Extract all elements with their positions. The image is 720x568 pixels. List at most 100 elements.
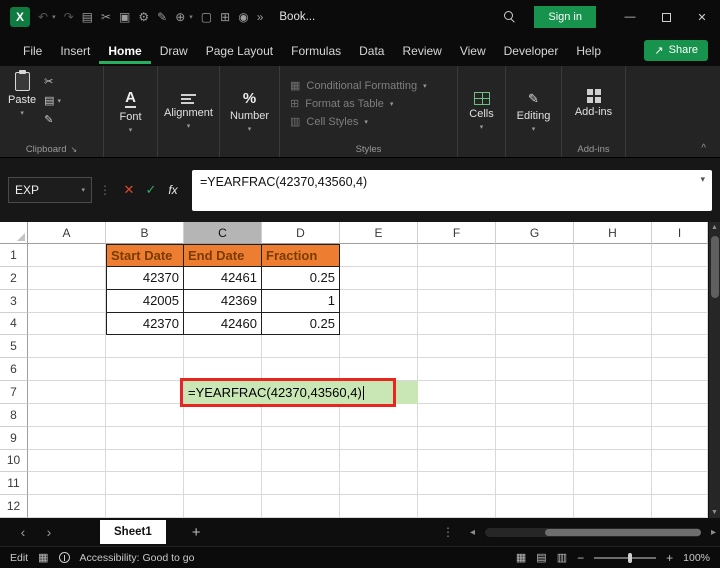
row-header-6[interactable]: 6	[0, 358, 28, 381]
insert-function-icon[interactable]: fx	[162, 183, 184, 197]
zoom-level[interactable]: 100%	[683, 552, 710, 564]
macro-record-icon[interactable]: ▦	[38, 551, 48, 564]
tab-developer[interactable]: Developer	[495, 36, 568, 64]
cell-B8[interactable]	[106, 404, 184, 427]
cell-C12[interactable]	[184, 495, 262, 518]
cell-F7[interactable]	[418, 381, 496, 404]
cell-D11[interactable]	[262, 472, 340, 495]
cell-I1[interactable]	[652, 244, 708, 267]
camera-icon[interactable]: ◉	[238, 10, 248, 24]
cut-icon[interactable]: ✂	[101, 10, 111, 24]
language-icon[interactable]: ⊕	[175, 10, 185, 24]
cell-I3[interactable]	[652, 290, 708, 313]
cell-I8[interactable]	[652, 404, 708, 427]
zoom-in-icon[interactable]: +	[666, 551, 673, 565]
search-icon[interactable]	[504, 11, 516, 23]
row-header-5[interactable]: 5	[0, 335, 28, 358]
column-header-G[interactable]: G	[496, 222, 574, 244]
cell-E3[interactable]	[340, 290, 418, 313]
cell-E12[interactable]	[340, 495, 418, 518]
column-header-E[interactable]: E	[340, 222, 418, 244]
clipboard-dialog-launcher-icon[interactable]: ↘	[70, 145, 77, 154]
number-group-button[interactable]: % Number ▾	[220, 66, 280, 157]
undo-chevron-icon[interactable]: ▾	[52, 13, 56, 21]
document-icon[interactable]: ▢	[201, 10, 212, 24]
cell-C10[interactable]	[184, 450, 262, 473]
cell-A8[interactable]	[28, 404, 106, 427]
cell-H6[interactable]	[574, 358, 652, 381]
close-button[interactable]: ✕	[684, 0, 720, 34]
cell-G3[interactable]	[496, 290, 574, 313]
row-header-7[interactable]: 7	[0, 381, 28, 404]
cell-B9[interactable]	[106, 427, 184, 450]
zoom-slider-knob[interactable]	[628, 553, 632, 563]
cell-A9[interactable]	[28, 427, 106, 450]
column-header-F[interactable]: F	[418, 222, 496, 244]
cell-C9[interactable]	[184, 427, 262, 450]
tab-file[interactable]: File	[14, 36, 51, 64]
cell-B5[interactable]	[106, 335, 184, 358]
format-as-table-button[interactable]: ⊞ Format as Table ▾	[290, 97, 457, 110]
paste-button[interactable]: Paste ▾	[8, 72, 36, 141]
cell-A5[interactable]	[28, 335, 106, 358]
cell-C4[interactable]: 42460	[184, 313, 262, 336]
row-header-11[interactable]: 11	[0, 472, 28, 495]
cell-G5[interactable]	[496, 335, 574, 358]
cell-H10[interactable]	[574, 450, 652, 473]
cell-I11[interactable]	[652, 472, 708, 495]
addins-button[interactable]: Add-ins	[562, 66, 625, 141]
cell-D5[interactable]	[262, 335, 340, 358]
cell-E8[interactable]	[340, 404, 418, 427]
cell-A4[interactable]	[28, 313, 106, 336]
column-header-B[interactable]: B	[106, 222, 184, 244]
horizontal-scrollbar[interactable]	[485, 528, 701, 537]
row-header-1[interactable]: 1	[0, 244, 28, 267]
cell-G8[interactable]	[496, 404, 574, 427]
share-button[interactable]: ↗ Share	[644, 40, 708, 61]
cell-A10[interactable]	[28, 450, 106, 473]
cell-D2[interactable]: 0.25	[262, 267, 340, 290]
row-header-8[interactable]: 8	[0, 404, 28, 427]
table-icon[interactable]: ⊞	[220, 10, 230, 24]
cell-G7[interactable]	[496, 381, 574, 404]
cell-H11[interactable]	[574, 472, 652, 495]
cell-D3[interactable]: 1	[262, 290, 340, 313]
cell-styles-button[interactable]: ▥ Cell Styles ▾	[290, 115, 457, 128]
select-all-corner[interactable]	[0, 222, 28, 244]
sheetbar-more-icon[interactable]: ⋮	[442, 525, 454, 539]
column-header-H[interactable]: H	[574, 222, 652, 244]
alignment-group-button[interactable]: Alignment ▾	[158, 66, 220, 157]
sign-in-button[interactable]: Sign in	[534, 6, 596, 28]
row-header-12[interactable]: 12	[0, 495, 28, 518]
cell-A2[interactable]	[28, 267, 106, 290]
cell-F1[interactable]	[418, 244, 496, 267]
cell-D12[interactable]	[262, 495, 340, 518]
redo-icon[interactable]: ↷	[64, 10, 74, 24]
cell-C6[interactable]	[184, 358, 262, 381]
cell-E2[interactable]	[340, 267, 418, 290]
tab-page-layout[interactable]: Page Layout	[197, 36, 282, 64]
cell-C2[interactable]: 42461	[184, 267, 262, 290]
cell-F10[interactable]	[418, 450, 496, 473]
cell-F2[interactable]	[418, 267, 496, 290]
tab-insert[interactable]: Insert	[51, 36, 99, 64]
row-header-3[interactable]: 3	[0, 290, 28, 313]
sheet-tab-sheet1[interactable]: Sheet1	[100, 520, 166, 544]
cell-G12[interactable]	[496, 495, 574, 518]
cell-B2[interactable]: 42370	[106, 267, 184, 290]
undo-icon[interactable]: ↶	[38, 10, 48, 24]
cell-G10[interactable]	[496, 450, 574, 473]
settings-icon[interactable]: ⚙	[138, 10, 149, 24]
cell-I7[interactable]	[652, 381, 708, 404]
cell-F9[interactable]	[418, 427, 496, 450]
cell-D1[interactable]: Fraction	[262, 244, 340, 267]
cell-F6[interactable]	[418, 358, 496, 381]
column-header-A[interactable]: A	[28, 222, 106, 244]
cell-D4[interactable]: 0.25	[262, 313, 340, 336]
cell-H8[interactable]	[574, 404, 652, 427]
cell-D8[interactable]	[262, 404, 340, 427]
accessibility-status[interactable]: Accessibility: Good to go	[80, 552, 195, 564]
collapse-ribbon-icon[interactable]: ^	[701, 143, 706, 154]
cut-button[interactable]: ✂	[44, 75, 61, 88]
cancel-icon[interactable]: ✕	[118, 182, 140, 198]
